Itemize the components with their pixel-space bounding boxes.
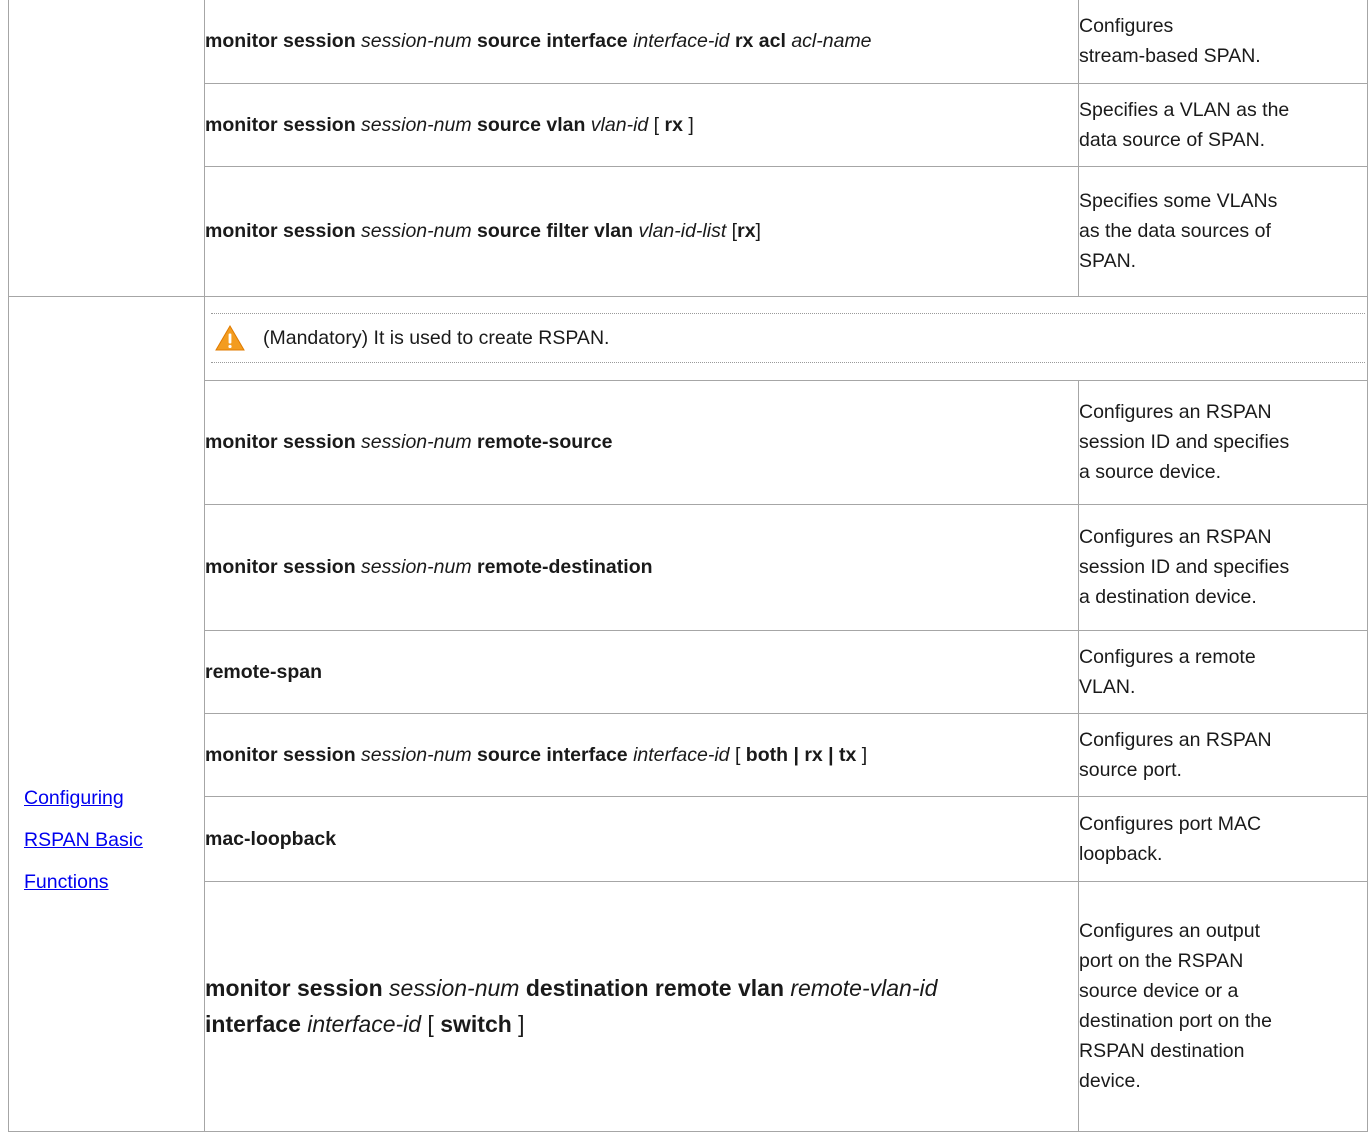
note-cell: (Mandatory) It is used to create RSPAN. bbox=[204, 295, 1368, 381]
command-keyword: source interface bbox=[471, 30, 634, 53]
command-argument: interface-id bbox=[633, 30, 730, 53]
command-keyword: monitor session bbox=[205, 556, 362, 578]
feature-cell-empty bbox=[8, 0, 205, 297]
command-keyword: rx bbox=[664, 113, 683, 136]
command-keyword: monitor session bbox=[205, 743, 362, 766]
command-keyword: monitor session bbox=[205, 975, 390, 1001]
command-keyword: [ bbox=[421, 1011, 441, 1037]
command-argument: vlan-id-list bbox=[638, 220, 727, 242]
table-row: monitor session session-num remote-desti… bbox=[9, 503, 1368, 631]
description-cell: Specifies some VLANs as the data sources… bbox=[1078, 165, 1368, 297]
command-keyword: monitor session bbox=[205, 30, 362, 53]
configuring-rspan-basic-functions-link[interactable]: Configuring RSPAN Basic Functions bbox=[9, 777, 184, 903]
command-cell: monitor session session-num remote-sourc… bbox=[204, 379, 1079, 505]
command-cell: monitor session session-num remote-desti… bbox=[204, 503, 1079, 631]
command-keyword: switch bbox=[440, 1011, 512, 1037]
feature-link-line: Configuring bbox=[24, 787, 124, 809]
command-keyword: [ bbox=[648, 113, 665, 136]
command-keyword: ] bbox=[682, 113, 694, 136]
command-cell: monitor session session-num source filte… bbox=[204, 165, 1079, 297]
command-keyword: source vlan bbox=[471, 113, 591, 136]
command-argument: vlan-id bbox=[590, 113, 649, 136]
command-cell: monitor session session-num source vlan … bbox=[204, 82, 1079, 167]
command-cell: monitor session session-num source inter… bbox=[204, 712, 1079, 797]
command-table: monitor session session-num source inter… bbox=[8, 0, 1368, 1132]
table-row: monitor session session-num source filte… bbox=[9, 165, 1368, 297]
description-cell: Specifies a VLAN as the data source of S… bbox=[1078, 82, 1368, 167]
description-cell: Configures an RSPAN session ID and speci… bbox=[1078, 379, 1368, 505]
command-keyword: ] bbox=[755, 220, 761, 242]
command-keyword: [ bbox=[729, 743, 746, 766]
table-row: mac-loopback Configures port MAC loopbac… bbox=[9, 795, 1368, 882]
feature-link-line: Functions bbox=[24, 871, 109, 893]
command-cell: remote-span bbox=[204, 629, 1079, 714]
table-row: monitor session session-num source inter… bbox=[9, 712, 1368, 797]
mandatory-note: (Mandatory) It is used to create RSPAN. bbox=[211, 313, 1365, 363]
description-cell: Configures an RSPAN source port. bbox=[1078, 712, 1368, 797]
command-keyword: [ bbox=[726, 220, 738, 242]
command-argument: session-num bbox=[389, 975, 520, 1001]
command-keyword: remote-span bbox=[205, 660, 323, 683]
command-argument: session-num bbox=[361, 743, 472, 766]
command-keyword: mac-loopback bbox=[205, 827, 337, 850]
table-row: monitor session session-num source vlan … bbox=[9, 82, 1368, 167]
command-keyword: monitor session bbox=[205, 431, 362, 453]
command-argument: session-num bbox=[361, 556, 472, 578]
table-row: monitor session session-num source inter… bbox=[8, 0, 1368, 297]
note-text: (Mandatory) It is used to create RSPAN. bbox=[263, 326, 610, 349]
table-row: monitor session session-num remote-sourc… bbox=[9, 379, 1368, 505]
feature-link-line: RSPAN Basic bbox=[24, 829, 143, 851]
table-row: Configuring RSPAN Basic Functions (Manda… bbox=[8, 295, 1368, 1132]
command-keyword: rx acl bbox=[729, 30, 792, 53]
command-argument: session-num bbox=[361, 113, 472, 136]
command-keyword: destination remote vlan bbox=[519, 975, 791, 1001]
description-cell: Configures an output port on the RSPAN s… bbox=[1078, 880, 1368, 1132]
command-argument: interface-id bbox=[633, 743, 730, 766]
command-keyword: rx bbox=[737, 220, 756, 242]
table-row: monitor session session-num destination … bbox=[9, 880, 1368, 1132]
description-cell: Configures a remote VLAN. bbox=[1078, 629, 1368, 714]
table-row: remote-span Configures a remote VLAN. bbox=[9, 629, 1368, 714]
feature-cell: Configuring RSPAN Basic Functions bbox=[8, 295, 205, 1132]
command-cell: monitor session session-num destination … bbox=[204, 880, 1079, 1132]
command-argument: interface-id bbox=[307, 1011, 422, 1037]
description-cell: Configures an RSPAN session ID and speci… bbox=[1078, 503, 1368, 631]
command-keyword: remote-destination bbox=[471, 556, 653, 578]
command-cell: mac-loopback bbox=[204, 795, 1079, 882]
command-argument: remote-vlan-id bbox=[790, 975, 938, 1001]
command-keyword: ] bbox=[856, 743, 868, 766]
command-keyword: source interface bbox=[471, 743, 634, 766]
command-keyword: remote-source bbox=[471, 431, 613, 453]
command-argument: session-num bbox=[361, 431, 472, 453]
command-keyword: monitor session bbox=[205, 113, 362, 136]
description-cell: Configures stream-based SPAN. bbox=[1078, 0, 1368, 84]
command-argument: session-num bbox=[361, 30, 472, 53]
warning-icon bbox=[215, 325, 245, 351]
command-keyword: monitor session bbox=[205, 220, 362, 242]
command-keyword: source filter vlan bbox=[471, 220, 639, 242]
command-keyword: ] bbox=[511, 1011, 525, 1037]
description-cell: Configures port MAC loopback. bbox=[1078, 795, 1368, 882]
command-keyword: both | rx | tx bbox=[745, 743, 857, 766]
command-keyword: interface bbox=[205, 1011, 308, 1037]
command-cell: monitor session session-num source inter… bbox=[204, 0, 1079, 84]
command-argument: session-num bbox=[361, 220, 472, 242]
command-argument: acl-name bbox=[791, 30, 872, 53]
